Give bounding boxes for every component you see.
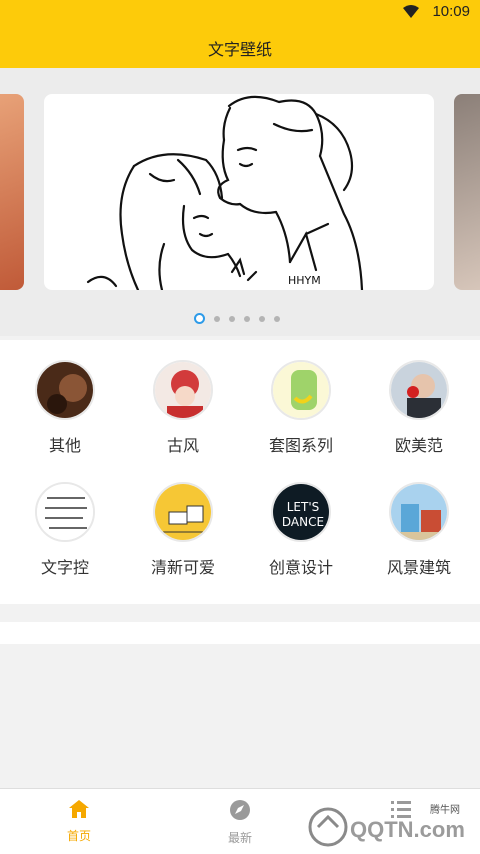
category-label: 其他 — [48, 436, 81, 455]
dance-text-line2: DANCE — [282, 515, 324, 529]
bottom-navigation: 首页 最新 QQTN.com 腾牛网 — [0, 788, 480, 854]
sketch-caption: HHYM — [288, 274, 321, 287]
banner-slide-prev[interactable] — [0, 94, 24, 290]
category-thumbnail — [153, 482, 213, 542]
home-icon — [69, 800, 89, 818]
nav-tab-home[interactable]: 首页 — [34, 799, 124, 844]
category-other[interactable]: 其他 — [6, 360, 124, 456]
category-creative[interactable]: LET'S DANCE 创意设计 — [242, 482, 360, 578]
category-grid: 其他 古风 套图系列 欧美范 文字控 清新可爱 LET'S DANCE 创意设计… — [0, 340, 480, 604]
category-thumbnail — [271, 360, 331, 420]
nav-label: 首页 — [66, 829, 91, 843]
dance-text-line1: LET'S — [287, 500, 320, 514]
wifi-icon — [403, 5, 419, 18]
pager-dot[interactable] — [229, 315, 235, 322]
category-western[interactable]: 欧美范 — [360, 360, 478, 456]
page-title: 文字壁纸 — [207, 40, 272, 59]
compass-icon — [230, 800, 250, 820]
category-label: 古风 — [166, 436, 199, 455]
nav-tab-latest[interactable]: 最新 — [195, 799, 285, 846]
pager-dot-active[interactable] — [194, 313, 205, 324]
category-label: 欧美范 — [394, 436, 443, 455]
watermark-main-text: QQTN.com — [350, 817, 465, 842]
category-thumbnail — [35, 482, 95, 542]
qqtn-watermark: QQTN.com 腾牛网 — [308, 801, 470, 847]
content-placeholder — [0, 622, 480, 644]
category-text[interactable]: 文字控 — [6, 482, 124, 578]
category-thumbnail — [153, 360, 213, 420]
category-scenery[interactable]: 风景建筑 — [360, 482, 478, 578]
category-thumbnail: LET'S DANCE — [271, 482, 331, 542]
banner-carousel[interactable]: HHYM — [0, 68, 480, 336]
pager-dot[interactable] — [274, 315, 280, 322]
pager-dot[interactable] — [214, 315, 220, 322]
banner-slide-next[interactable] — [454, 94, 480, 290]
category-fresh-cute[interactable]: 清新可爱 — [124, 482, 242, 578]
category-set-series[interactable]: 套图系列 — [242, 360, 360, 456]
pager-dot[interactable] — [259, 315, 265, 322]
category-label: 清新可爱 — [150, 558, 215, 577]
category-thumbnail — [389, 482, 449, 542]
status-time: 10:09 — [432, 3, 470, 20]
category-label: 套图系列 — [268, 436, 333, 455]
category-label: 创意设计 — [268, 558, 333, 577]
carousel-pager — [194, 313, 280, 324]
nav-label: 最新 — [227, 831, 252, 845]
category-thumbnail — [389, 360, 449, 420]
category-label: 文字控 — [40, 558, 89, 577]
app-header: 10:09 文字壁纸 — [0, 0, 480, 68]
pager-dot[interactable] — [244, 315, 250, 322]
couple-sketch-image: HHYM — [86, 95, 364, 290]
watermark-badge-text: 腾牛网 — [430, 803, 460, 816]
category-label: 风景建筑 — [386, 558, 451, 577]
category-ancient[interactable]: 古风 — [124, 360, 242, 456]
banner-slide-current[interactable]: HHYM — [44, 94, 434, 290]
category-thumbnail — [35, 360, 95, 420]
